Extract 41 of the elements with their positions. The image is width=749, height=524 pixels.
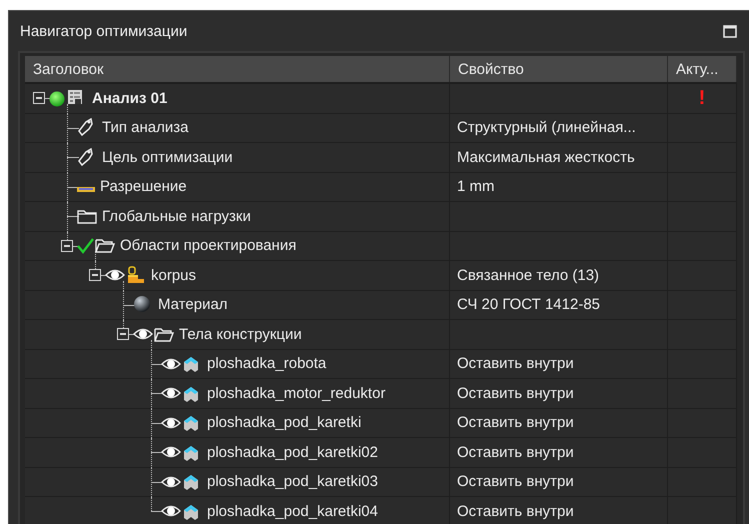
- tree-item-label[interactable]: Глобальные нагрузки: [102, 208, 251, 225]
- ruler-icon: [77, 186, 95, 192]
- property-value: Оставить внутри: [457, 502, 574, 520]
- warning-mark: !: [698, 86, 706, 110]
- property-value: Связанное тело (13): [457, 266, 600, 284]
- tree-item-label[interactable]: Разрешение: [100, 178, 187, 196]
- tree-item-label[interactable]: Тела конструкции: [179, 326, 302, 343]
- part-icon: [126, 266, 146, 285]
- column-header[interactable]: Акту...: [668, 56, 737, 82]
- tree-item-label[interactable]: ploshadka_pod_karetki04: [207, 502, 378, 520]
- tree-item-label[interactable]: ploshadka_motor_reduktor: [207, 384, 386, 402]
- tree-item-label[interactable]: ploshadka_pod_karetki03: [207, 473, 378, 490]
- maximize-icon[interactable]: [723, 24, 737, 38]
- tree-item-label[interactable]: Тип анализа: [102, 119, 188, 136]
- tree-item-label[interactable]: Материал: [158, 296, 228, 314]
- property-value: Максимальная жесткость: [457, 148, 635, 166]
- tree-item-label[interactable]: korpus: [151, 266, 196, 284]
- tree-item-label[interactable]: ploshadka_pod_karetki: [207, 414, 362, 432]
- property-value: Оставить внутри: [457, 444, 574, 461]
- checkmark-icon: [77, 237, 94, 254]
- property-value: Структурный (линейная...: [457, 119, 636, 136]
- collapse-toggle[interactable]: [89, 269, 101, 282]
- collapse-toggle[interactable]: [61, 240, 73, 252]
- property-value: Оставить внутри: [457, 355, 574, 372]
- property-value: Оставить внутри: [457, 384, 574, 402]
- tree-item-label[interactable]: ploshadka_robota: [207, 355, 326, 372]
- tree-item-label[interactable]: ploshadka_pod_karetki02: [207, 444, 378, 461]
- property-value: 1 mm: [457, 178, 494, 196]
- collapse-toggle[interactable]: [117, 328, 129, 340]
- panel-title: Навигатор оптимизации: [20, 22, 188, 40]
- property-value: СЧ 20 ГОСТ 1412-85: [457, 296, 600, 314]
- tree-item-label[interactable]: Анализ 01: [92, 90, 168, 107]
- tree-item-label[interactable]: Цель оптимизации: [102, 148, 233, 166]
- column-header[interactable]: Свойство: [450, 56, 668, 82]
- column-header[interactable]: Заголовок: [25, 56, 450, 82]
- property-value: Оставить внутри: [457, 473, 574, 490]
- sphere-icon: [133, 295, 153, 314]
- status-ball-icon: [49, 90, 66, 107]
- collapse-toggle[interactable]: [33, 92, 45, 104]
- property-value: Оставить внутри: [457, 414, 574, 432]
- tree-item-label[interactable]: Области проектирования: [120, 237, 296, 254]
